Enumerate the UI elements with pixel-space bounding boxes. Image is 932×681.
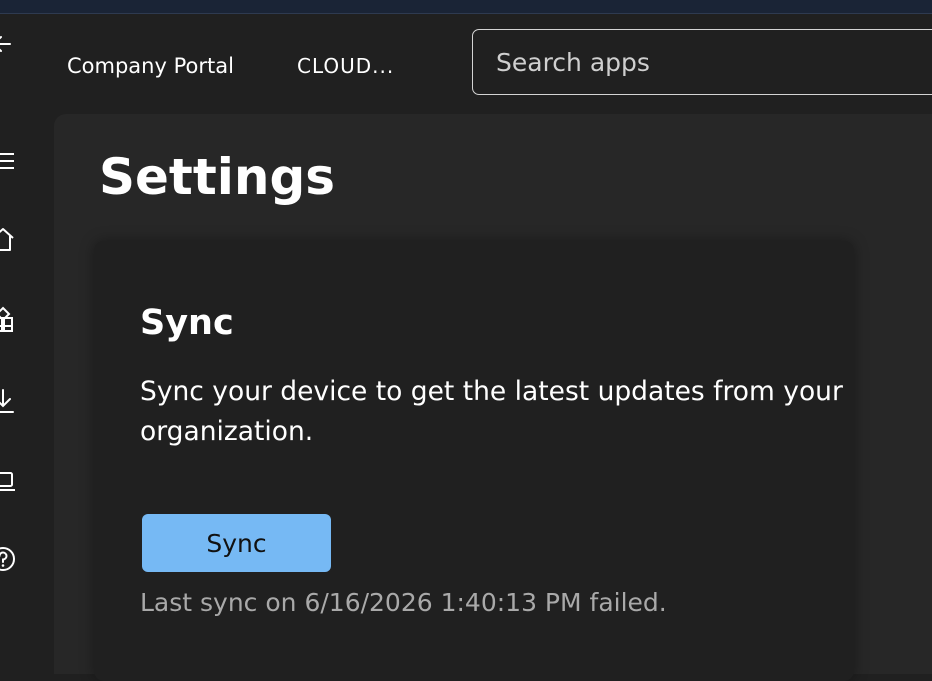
search-box[interactable] [472, 29, 932, 95]
devices-icon[interactable] [0, 464, 20, 498]
window-top-strip [0, 0, 932, 14]
last-sync-status: Last sync on 6/16/2026 1:40:13 PM failed… [140, 588, 667, 617]
home-icon[interactable] [0, 222, 20, 256]
back-arrow-icon[interactable] [0, 27, 20, 61]
apps-icon[interactable] [0, 302, 20, 336]
page-title: Settings [99, 148, 336, 206]
sync-heading: Sync [140, 303, 234, 343]
downloads-icon[interactable] [0, 384, 20, 418]
help-icon[interactable] [0, 542, 20, 576]
search-input[interactable] [494, 46, 932, 78]
tenant-name[interactable]: CLOUD... [297, 54, 394, 78]
sync-button[interactable]: Sync [142, 514, 331, 572]
app-title[interactable]: Company Portal [67, 54, 234, 78]
hamburger-menu-icon[interactable] [0, 144, 20, 178]
sync-description: Sync your device to get the latest updat… [140, 376, 843, 447]
